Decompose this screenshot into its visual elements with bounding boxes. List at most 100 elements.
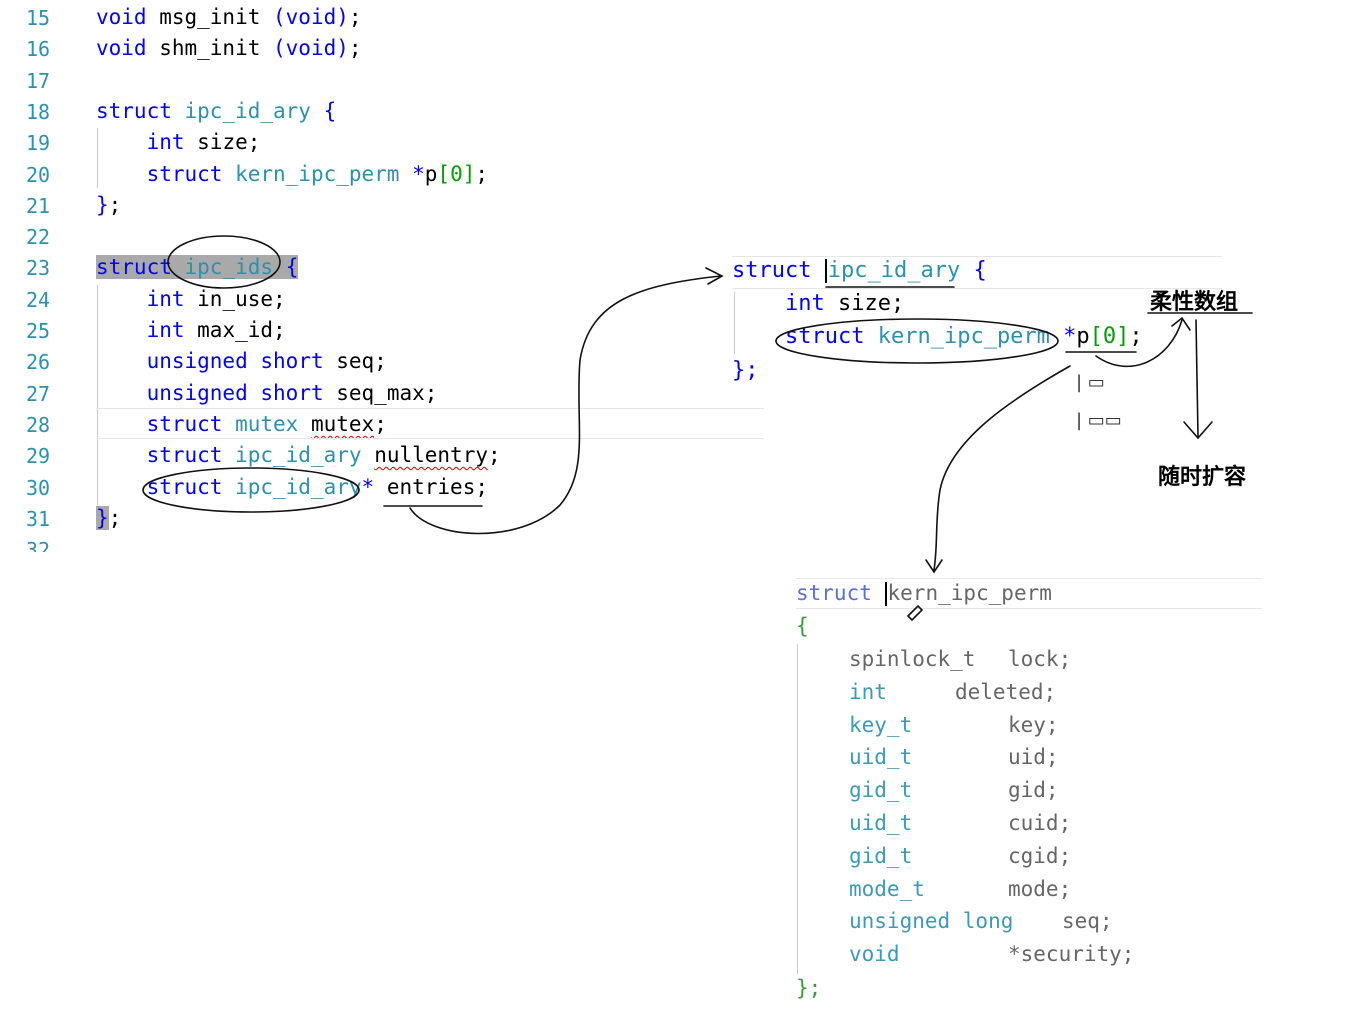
code-line[interactable]: struct ipc_id_ary* entries; [96, 475, 488, 499]
keyword: struct [146, 443, 223, 468]
keyword: void [96, 36, 147, 61]
keyword: } [96, 192, 109, 217]
indent-guide [97, 285, 98, 505]
field: p [1076, 324, 1090, 349]
code-line[interactable]: void shm_init (void); [96, 36, 362, 60]
keyword: int [146, 318, 185, 342]
snippet-border [732, 256, 1222, 257]
snippet-border [796, 608, 1262, 609]
line-number: 27 [26, 381, 51, 406]
line-number: 30 [26, 475, 51, 500]
keyword: { [310, 98, 337, 123]
keyword: short [260, 380, 324, 405]
field-type: spinlock_t [849, 647, 976, 671]
field-name: uid; [1008, 745, 1059, 770]
code-line[interactable]: struct kern_ipc_perm *p[0]; [96, 162, 488, 186]
code-line[interactable]: struct ipc_id_ary { [96, 99, 336, 123]
keyword: int [785, 291, 825, 316]
type-name: kern_ipc_perm [877, 324, 1050, 349]
keyword: (void) [273, 36, 349, 61]
snippet-header: struct kern_ipc_perm [796, 581, 1052, 606]
annotation-flexible-array: 柔性数组 [1150, 290, 1239, 315]
code-token: max_id; [184, 318, 286, 342]
type-name: ipc_id_ary [827, 258, 961, 283]
field-name: mode; [1008, 876, 1072, 901]
pointer: * [1063, 324, 1077, 349]
snippet-line-4: }; [732, 358, 759, 383]
code-token: p [424, 161, 438, 186]
field-name: *security; [1008, 942, 1135, 967]
field-type: gid_t [849, 778, 913, 803]
semicolon: ; [1129, 324, 1143, 349]
code-token: ; [374, 411, 387, 436]
text-cursor [824, 259, 827, 283]
keyword: int [146, 130, 185, 155]
code-token: in_use; [184, 286, 286, 311]
snippet-line-1: struct ipc_id_ary { [732, 258, 987, 283]
field-type: void [849, 942, 900, 967]
code-line[interactable]: int max_id; [96, 318, 286, 342]
line-number: 15 [26, 6, 51, 30]
code-line[interactable]: int in_use; [96, 287, 286, 311]
snippet-line-2: int size; [785, 291, 904, 316]
code-line[interactable]: void msg_init (void); [96, 5, 362, 29]
code-token: ; [108, 505, 122, 530]
line-number: 16 [26, 37, 51, 62]
field-type: int [849, 679, 887, 704]
code-line[interactable]: }; [96, 193, 121, 217]
code-token: [0] [437, 161, 476, 186]
scribble-note: | ▭ [1076, 372, 1105, 393]
indent-guide [797, 644, 798, 974]
code-line[interactable]: struct ipc_ids { [96, 255, 299, 280]
open-brace: { [796, 614, 809, 638]
type-name: kern_ipc_perm [887, 581, 1052, 605]
code-line[interactable]: }; [96, 505, 122, 530]
code-token: ; [348, 36, 362, 61]
keyword: struct [96, 98, 172, 123]
field-name: cuid; [1008, 811, 1072, 835]
field-name: seq; [1062, 909, 1113, 934]
line-number: 19 [26, 131, 51, 156]
current-line-highlight [96, 408, 764, 409]
code-token: seq; [323, 349, 387, 374]
snippet-border [796, 578, 1262, 579]
code-line[interactable]: unsigned short seq; [96, 349, 387, 373]
code-line[interactable]: struct mutex mutex; [96, 412, 387, 436]
code-line[interactable]: int size; [96, 130, 261, 155]
annotation-resize-anytime: 随时扩容 [1158, 465, 1247, 490]
type-name: ipc_ids [184, 255, 274, 280]
array-index: [0] [1089, 324, 1130, 349]
line-number: 32 [26, 538, 51, 553]
keyword: } [96, 505, 109, 530]
snippet-line-3: struct kern_ipc_perm *p[0]; [785, 324, 1143, 349]
keyword: * [399, 161, 425, 186]
keyword: * [361, 474, 375, 499]
keyword: { [285, 255, 299, 280]
arrowhead [1171, 316, 1191, 331]
code-line[interactable]: struct ipc_id_ary nullentry; [96, 443, 501, 467]
arrowhead [1183, 421, 1213, 440]
code-token: nullentry [374, 443, 488, 468]
keyword: (void) [273, 5, 349, 29]
arrow-to-kern-ipc-perm [933, 365, 1071, 571]
code-line[interactable]: unsigned short seq_max; [96, 380, 438, 405]
keyword: unsigned [146, 349, 248, 374]
type-name: ipc_id_ary [235, 474, 362, 499]
text-cursor [884, 582, 887, 606]
keyword: short [260, 349, 324, 374]
field-type: uid_t [849, 745, 913, 770]
brace: { [973, 258, 987, 283]
type-name: kern_ipc_perm [235, 161, 400, 186]
field-type: gid_t [849, 843, 913, 868]
line-number: 28 [26, 412, 51, 437]
keyword: unsigned [146, 380, 248, 405]
line-number: 20 [26, 162, 51, 187]
line-number: 29 [26, 444, 51, 469]
field-name: deleted; [955, 679, 1057, 704]
field: size; [838, 291, 905, 316]
